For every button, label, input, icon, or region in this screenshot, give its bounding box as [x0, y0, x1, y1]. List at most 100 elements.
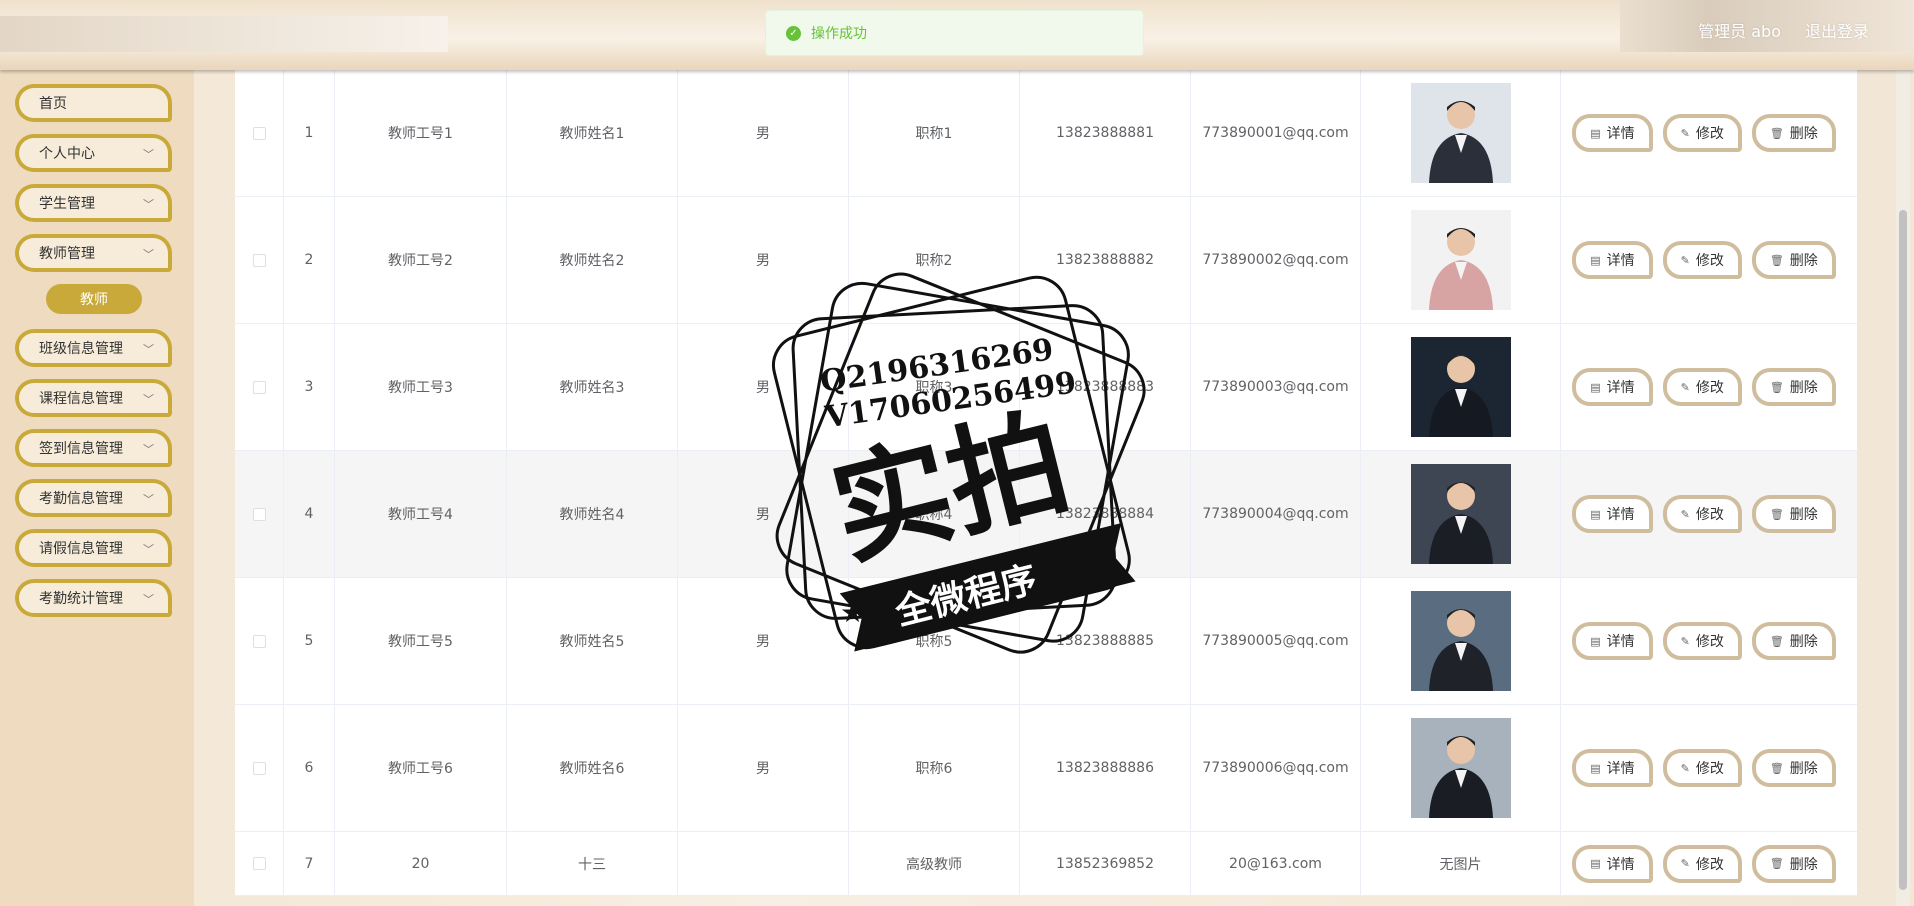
edit-button-label: 修改: [1695, 507, 1724, 523]
row-checkbox[interactable]: [252, 380, 266, 394]
logout-link[interactable]: 退出登录: [1805, 18, 1869, 42]
delete-button-label: 删除: [1789, 126, 1818, 142]
row-checkbox[interactable]: [252, 126, 266, 140]
chevron-down-icon: ﹀: [143, 443, 154, 456]
teacher-photo: [1410, 464, 1511, 564]
cell-name: 十三: [507, 832, 678, 895]
row-checkbox[interactable]: [252, 507, 266, 521]
cell-teacher-no: 教师工号1: [335, 70, 507, 196]
delete-button[interactable]: 🗑 删除: [1751, 495, 1836, 533]
edit-button-label: 修改: [1695, 856, 1724, 873]
row-checkbox[interactable]: [252, 857, 266, 870]
detail-button-label: 详情: [1606, 380, 1635, 396]
cell-name: 教师姓名4: [507, 451, 678, 577]
delete-button-label: 删除: [1789, 507, 1818, 523]
sidebar-item-attendance-stats[interactable]: 考勤统计管理 ﹀: [15, 579, 172, 617]
admin-user-label: 管理员 abo: [1698, 22, 1781, 41]
cell-gender: 男: [678, 324, 849, 450]
cell-index: 3: [284, 324, 335, 450]
cell-gender: [678, 832, 849, 895]
delete-button[interactable]: 🗑 删除: [1751, 114, 1836, 152]
detail-button[interactable]: ▤ 详情: [1572, 622, 1653, 660]
cell-email: 773890004@qq.com: [1191, 451, 1361, 577]
detail-button[interactable]: ▤ 详情: [1572, 241, 1653, 279]
teacher-photo: [1410, 83, 1511, 183]
edit-button[interactable]: ✎ 修改: [1662, 114, 1742, 152]
cell-gender: 男: [678, 705, 849, 831]
sidebar-subitem-label: 教师: [80, 292, 108, 308]
edit-button[interactable]: ✎ 修改: [1662, 844, 1742, 883]
delete-button-label: 删除: [1789, 761, 1818, 777]
sidebar-item-label: 课程信息管理: [39, 391, 123, 407]
cell-title: 高级教师: [849, 832, 1020, 895]
detail-button-label: 详情: [1606, 126, 1635, 142]
delete-button[interactable]: 🗑 删除: [1751, 368, 1836, 406]
table-row: 6 教师工号6 教师姓名6 男职称6 13823888886 773890006@qq.c…: [235, 705, 1857, 832]
sidebar-item-class-mgmt[interactable]: 班级信息管理 ﹀: [15, 329, 172, 367]
delete-button-label: 删除: [1789, 380, 1818, 396]
row-checkbox[interactable]: [252, 253, 266, 267]
table-row: 2 教师工号2 教师姓名2 男职称2 13823888882 773890002@qq.c…: [235, 197, 1857, 324]
delete-button[interactable]: 🗑 删除: [1751, 241, 1836, 279]
chevron-down-icon: ﹀: [143, 148, 154, 161]
sidebar-item-label: 学生管理: [39, 196, 95, 212]
delete-button[interactable]: 🗑 删除: [1751, 749, 1836, 787]
table-row: 1 教师工号1 教师姓名1 男职称1 13823888881 773890001@qq.c…: [235, 70, 1857, 197]
sidebar-item-signin-mgmt[interactable]: 签到信息管理 ﹀: [15, 429, 172, 467]
edit-button[interactable]: ✎ 修改: [1662, 622, 1742, 660]
sidebar-item-teacher-mgmt[interactable]: 教师管理 ﹀: [15, 234, 172, 272]
cell-title: 职称4: [849, 451, 1020, 577]
cell-email: 773890003@qq.com: [1191, 324, 1361, 450]
edit-button[interactable]: ✎ 修改: [1662, 495, 1742, 533]
sidebar-item-personal-center[interactable]: 个人中心 ﹀: [15, 134, 172, 172]
detail-button[interactable]: ▤ 详情: [1572, 368, 1653, 406]
trash-icon: 🗑: [1769, 126, 1784, 140]
edit-button[interactable]: ✎ 修改: [1662, 368, 1742, 406]
delete-button[interactable]: 🗑 删除: [1751, 622, 1836, 660]
sidebar-item-course-mgmt[interactable]: 课程信息管理 ﹀: [15, 379, 172, 417]
check-circle-icon: ✓: [786, 25, 801, 41]
cell-teacher-no: 教师工号5: [335, 578, 507, 704]
table-row: 3 教师工号3 教师姓名3 男职称3 13823888883 773890003@qq.c…: [235, 324, 1857, 451]
toast-message: 操作成功: [811, 26, 867, 42]
actions-cell: ▤ 详情 ✎ 修改 🗑 删除: [1561, 197, 1857, 323]
row-checkbox[interactable]: [252, 634, 266, 648]
cell-index: 7: [284, 832, 335, 895]
sidebar-subitem-teacher[interactable]: 教师: [46, 284, 142, 314]
sidebar-item-attendance-mgmt[interactable]: 考勤信息管理 ﹀: [15, 479, 172, 517]
edit-button[interactable]: ✎ 修改: [1662, 241, 1742, 279]
actions-cell: ▤ 详情 ✎ 修改 🗑 删除: [1561, 70, 1857, 196]
row-checkbox[interactable]: [252, 761, 266, 775]
detail-button[interactable]: ▤ 详情: [1572, 749, 1653, 787]
page-scrollbar[interactable]: [1896, 70, 1910, 906]
detail-button-label: 详情: [1606, 761, 1635, 777]
chevron-down-icon: ﹀: [143, 343, 154, 356]
sidebar-item-home[interactable]: 首页: [15, 84, 172, 122]
sidebar-item-leave-mgmt[interactable]: 请假信息管理 ﹀: [15, 529, 172, 567]
scrollbar-thumb[interactable]: [1899, 210, 1907, 890]
edit-button[interactable]: ✎ 修改: [1662, 749, 1742, 787]
photo-cell: [1361, 70, 1561, 196]
delete-button[interactable]: 🗑 删除: [1751, 844, 1836, 883]
detail-button-label: 详情: [1606, 856, 1635, 873]
detail-button[interactable]: ▤ 详情: [1572, 495, 1653, 533]
photo-cell: 无图片: [1361, 832, 1561, 895]
cell-title: 职称2: [849, 197, 1020, 323]
detail-button[interactable]: ▤ 详情: [1572, 844, 1653, 883]
cell-index: 5: [284, 578, 335, 704]
sidebar-item-student-mgmt[interactable]: 学生管理 ﹀: [15, 184, 172, 222]
table-row: 5 教师工号5 教师姓名5 男职称5 13823888885 773890005@qq.c…: [235, 578, 1857, 705]
teacher-photo: [1410, 718, 1511, 818]
actions-cell: ▤ 详情 ✎ 修改 🗑 删除: [1561, 832, 1857, 895]
document-icon: ▤: [1590, 634, 1601, 648]
cell-name: 教师姓名2: [507, 197, 678, 323]
checkbox-cell: [235, 705, 284, 831]
actions-cell: ▤ 详情 ✎ 修改 🗑 删除: [1561, 578, 1857, 704]
detail-button[interactable]: ▤ 详情: [1572, 114, 1653, 152]
chevron-down-icon: ﹀: [143, 543, 154, 556]
cell-name: 教师姓名6: [507, 705, 678, 831]
cell-name: 教师姓名1: [507, 70, 678, 196]
sidebar-item-label: 首页: [39, 96, 67, 112]
cell-title: 职称1: [849, 70, 1020, 196]
cell-index: 2: [284, 197, 335, 323]
